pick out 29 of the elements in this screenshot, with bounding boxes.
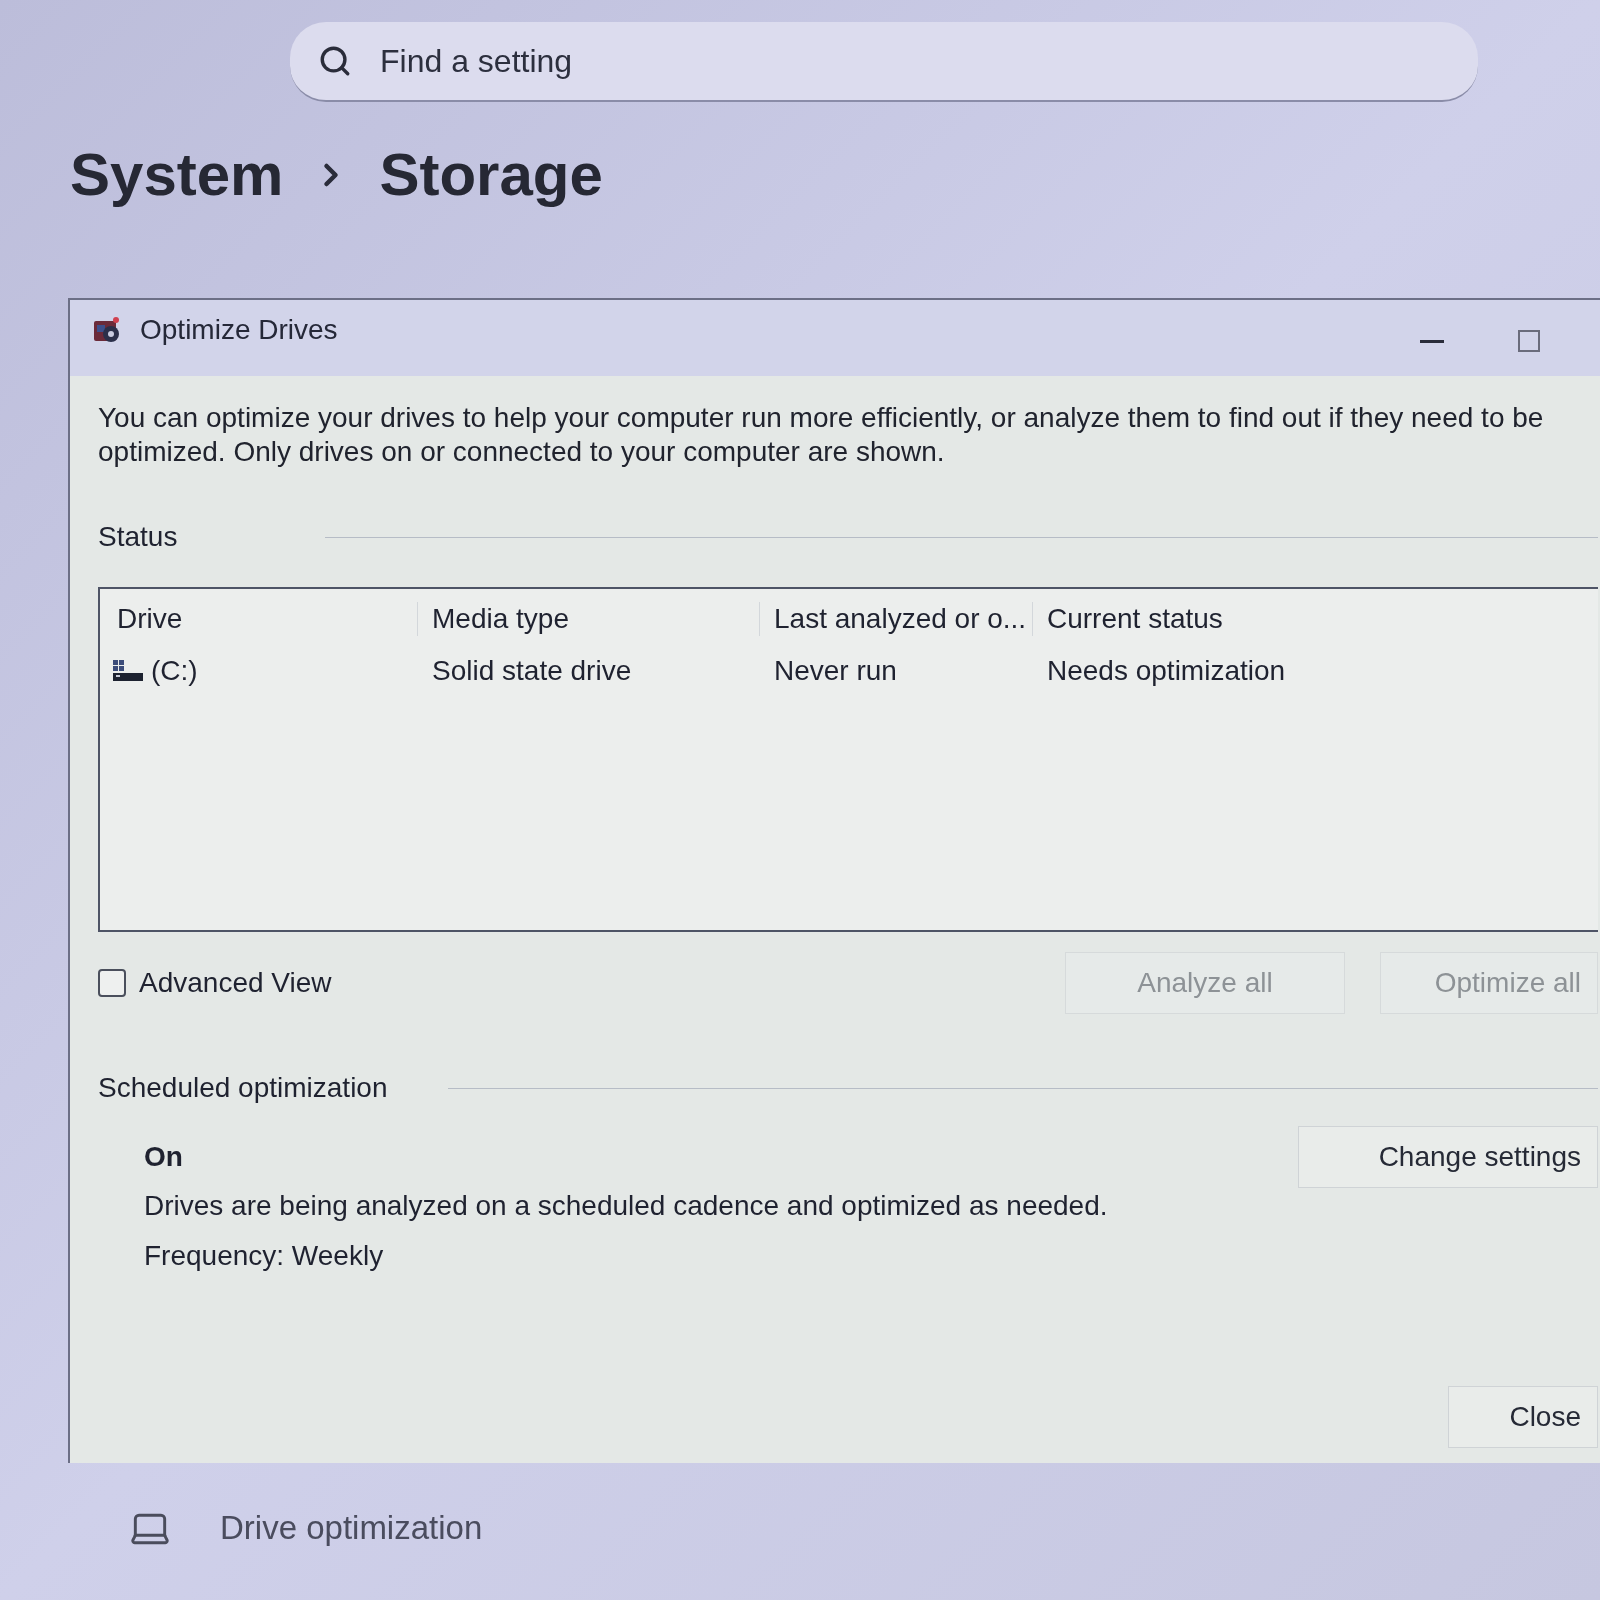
search-icon: [318, 44, 352, 78]
maximize-icon[interactable]: [1518, 330, 1540, 352]
column-header[interactable]: Last analyzed or o...: [759, 602, 1032, 636]
schedule-frequency: Frequency: Weekly: [144, 1240, 384, 1272]
window-title: Optimize Drives: [140, 314, 338, 346]
section-label: Status: [98, 521, 178, 553]
table-cell: Needs optimization: [1047, 655, 1286, 687]
dialog-button[interactable]: Change settings: [1298, 1126, 1598, 1188]
column-header[interactable]: Media type: [417, 602, 759, 636]
checkbox[interactable]: [98, 969, 126, 997]
column-header[interactable]: Drive: [100, 602, 417, 636]
description-text: You can optimize your drives to help your computer run more efficiently, or analyze them to find out if they need to be optimized. Only drives on or connected to your computer are shown.: [98, 401, 1545, 469]
breadcrumb-item: Storage: [379, 144, 603, 206]
breadcrumb-item[interactable]: System: [70, 144, 284, 206]
checkbox-label: Advanced View: [139, 967, 332, 999]
settings-item[interactable]: Drive optimization: [128, 1506, 483, 1550]
drive-icon: [113, 660, 143, 682]
dialog-button[interactable]: Close: [1448, 1386, 1598, 1448]
section-label: Scheduled optimization: [98, 1072, 388, 1104]
table-cell: Never run: [774, 655, 897, 687]
table-cell: Solid state drive: [432, 655, 632, 687]
schedule-state: On: [144, 1141, 183, 1173]
search-input[interactable]: Find a setting: [380, 37, 980, 85]
disk-icon: [92, 315, 122, 345]
schedule-description: Drives are being analyzed on a scheduled cadence and optimized as needed.: [144, 1190, 1108, 1222]
search-field[interactable]: Find a setting: [290, 22, 1478, 102]
column-header[interactable]: Current status: [1032, 602, 1598, 636]
minimize-icon[interactable]: [1420, 339, 1444, 343]
table-cell: (C:): [151, 655, 198, 687]
